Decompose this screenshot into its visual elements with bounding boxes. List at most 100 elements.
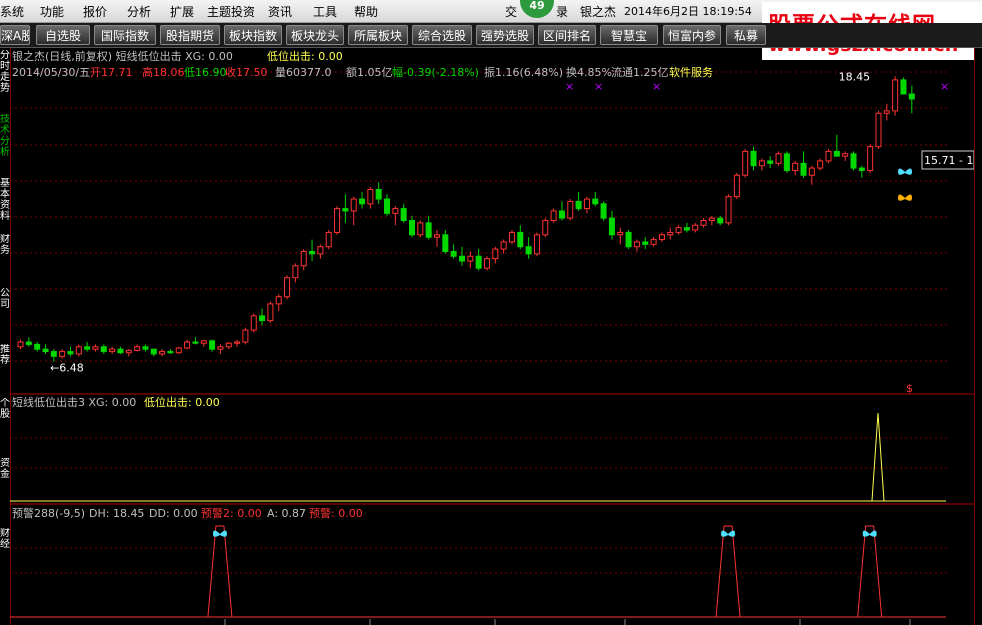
candle[interactable] xyxy=(375,189,382,200)
toolbar-button-0[interactable]: 深A股 xyxy=(0,25,30,45)
candle[interactable] xyxy=(325,231,332,248)
candle[interactable] xyxy=(892,79,899,112)
menu-item-0[interactable]: 系统 xyxy=(0,3,24,20)
candle[interactable] xyxy=(708,217,715,221)
left-tab-8[interactable]: 财 经 xyxy=(0,528,10,550)
candle[interactable] xyxy=(642,241,649,245)
candle[interactable] xyxy=(550,210,557,221)
login-menu[interactable]: 录 xyxy=(556,3,568,20)
candle[interactable] xyxy=(875,112,882,148)
candle[interactable] xyxy=(384,198,391,214)
candle[interactable] xyxy=(59,351,66,357)
toolbar-button-9[interactable]: 区间排名 xyxy=(538,25,596,45)
candle[interactable] xyxy=(883,110,890,114)
stock-chart[interactable]: 18.45 ←6.48 15.71 - 18 $ × × × × 银之杰(日线,前复权) 短线低… xyxy=(10,48,974,625)
menu-item-4[interactable]: 扩展 xyxy=(170,3,194,20)
candle[interactable] xyxy=(167,351,174,354)
candle[interactable] xyxy=(800,162,807,176)
candle[interactable] xyxy=(292,265,299,279)
candle[interactable] xyxy=(300,250,307,267)
candle[interactable] xyxy=(725,196,732,224)
candle[interactable] xyxy=(675,227,682,233)
candle[interactable] xyxy=(317,246,324,255)
left-tab-7[interactable]: 资 金 xyxy=(0,458,10,480)
candle[interactable] xyxy=(350,198,357,212)
candle[interactable] xyxy=(842,153,849,157)
candle[interactable] xyxy=(267,303,274,322)
candle[interactable] xyxy=(658,234,665,241)
candle[interactable] xyxy=(184,341,191,349)
candle[interactable] xyxy=(134,346,141,351)
candle[interactable] xyxy=(592,198,599,205)
toolbar-button-10[interactable]: 智慧宝 xyxy=(600,25,658,45)
toolbar-button-1[interactable]: 自选股 xyxy=(36,25,90,45)
candle[interactable] xyxy=(217,346,224,350)
candle[interactable] xyxy=(783,153,790,171)
candle[interactable] xyxy=(309,250,316,255)
candle[interactable] xyxy=(234,341,241,344)
candle[interactable] xyxy=(259,315,266,322)
candle[interactable] xyxy=(175,347,182,354)
candle[interactable] xyxy=(400,208,407,221)
candle[interactable] xyxy=(50,351,57,357)
candle[interactable] xyxy=(458,255,465,262)
candle[interactable] xyxy=(117,348,124,354)
candle[interactable] xyxy=(817,160,824,169)
candle[interactable] xyxy=(284,277,291,298)
candle[interactable] xyxy=(159,351,166,355)
candle[interactable] xyxy=(209,340,216,350)
candle[interactable] xyxy=(833,150,840,157)
candle[interactable] xyxy=(808,167,815,176)
left-tab-1[interactable]: 技 术 分 析 xyxy=(0,114,10,158)
candle[interactable] xyxy=(409,220,416,236)
candle[interactable] xyxy=(242,329,249,343)
candle[interactable] xyxy=(633,241,640,248)
candle[interactable] xyxy=(750,150,757,167)
candle[interactable] xyxy=(908,93,915,100)
left-tab-6[interactable]: 个 股 xyxy=(0,398,10,420)
candle[interactable] xyxy=(683,227,690,231)
toolbar-button-3[interactable]: 股指期货 xyxy=(160,25,220,45)
candle[interactable] xyxy=(467,255,474,262)
left-tab-2[interactable]: 基 本 资 料 xyxy=(0,178,10,222)
left-tab-4[interactable]: 公 司 xyxy=(0,288,10,310)
candle[interactable] xyxy=(525,246,532,255)
candle[interactable] xyxy=(450,250,457,257)
toolbar-button-8[interactable]: 强势选股 xyxy=(476,25,534,45)
candle[interactable] xyxy=(758,160,765,167)
candle[interactable] xyxy=(692,224,699,231)
candle[interactable] xyxy=(583,198,590,210)
toolbar-button-7[interactable]: 综合选股 xyxy=(412,25,472,45)
candle[interactable] xyxy=(225,342,232,348)
candle[interactable] xyxy=(100,346,107,353)
candle[interactable] xyxy=(850,153,857,169)
toolbar-button-4[interactable]: 板块指数 xyxy=(224,25,282,45)
candle[interactable] xyxy=(600,203,607,219)
candle[interactable] xyxy=(483,258,490,269)
menu-item-8[interactable]: 帮助 xyxy=(354,3,378,20)
candle[interactable] xyxy=(250,315,257,331)
candle[interactable] xyxy=(150,348,157,355)
candle[interactable] xyxy=(42,348,49,353)
menu-item-2[interactable]: 报价 xyxy=(83,3,107,20)
candle[interactable] xyxy=(92,346,99,350)
candle[interactable] xyxy=(542,220,549,236)
candle[interactable] xyxy=(442,234,449,252)
candle[interactable] xyxy=(342,208,349,212)
candle[interactable] xyxy=(567,200,574,219)
candle[interactable] xyxy=(275,296,282,305)
candle[interactable] xyxy=(858,167,865,171)
menu-item-5[interactable]: 主题投资 xyxy=(207,3,255,20)
candle[interactable] xyxy=(792,162,799,171)
candle[interactable] xyxy=(67,351,74,355)
candle[interactable] xyxy=(742,150,749,176)
candle[interactable] xyxy=(109,348,116,353)
account-label[interactable]: 银之杰 xyxy=(580,3,616,20)
toolbar-button-6[interactable]: 所属板块 xyxy=(348,25,408,45)
candle[interactable] xyxy=(475,255,482,269)
candle[interactable] xyxy=(434,234,440,238)
candle[interactable] xyxy=(200,340,207,344)
candle[interactable] xyxy=(867,146,874,171)
candle[interactable] xyxy=(900,79,907,95)
candle[interactable] xyxy=(392,208,399,214)
